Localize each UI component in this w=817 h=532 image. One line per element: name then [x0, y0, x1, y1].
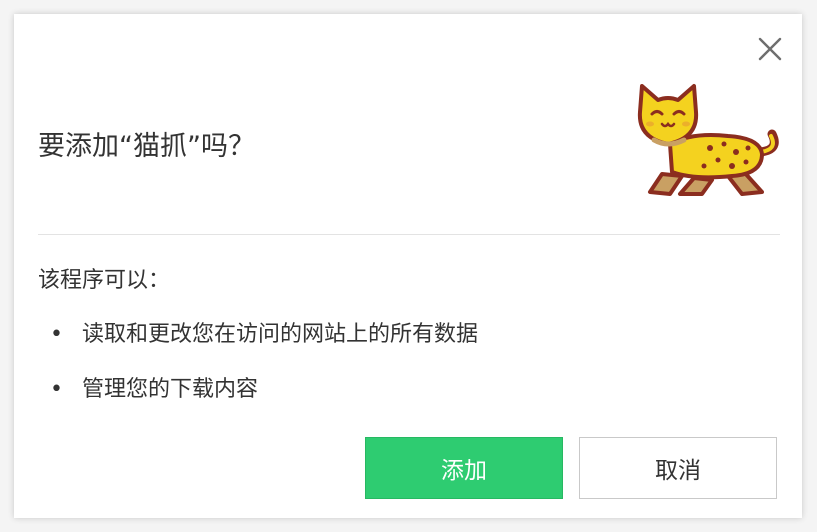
bullet: •	[50, 322, 63, 347]
bullet: •	[50, 377, 63, 402]
close-icon	[758, 37, 782, 61]
permission-item: • 读取和更改您在访问的网站上的所有数据	[50, 316, 478, 348]
permission-item: • 管理您的下载内容	[50, 371, 258, 403]
divider	[38, 234, 780, 235]
cancel-button[interactable]: 取消	[579, 437, 777, 499]
add-button[interactable]: 添加	[365, 437, 563, 499]
extension-install-dialog: 要添加“猫抓”吗？ 该程序可以： • 读取和更改您在访问的网站上的所有数据 • …	[14, 14, 802, 518]
permission-text: 管理您的下载内容	[82, 377, 259, 402]
permissions-heading: 该程序可以：	[38, 268, 171, 293]
cat-mascot-icon	[632, 82, 780, 198]
dialog-title: 要添加“猫抓”吗？	[38, 131, 255, 162]
close-button[interactable]	[757, 36, 783, 62]
permission-text: 读取和更改您在访问的网站上的所有数据	[82, 322, 479, 347]
